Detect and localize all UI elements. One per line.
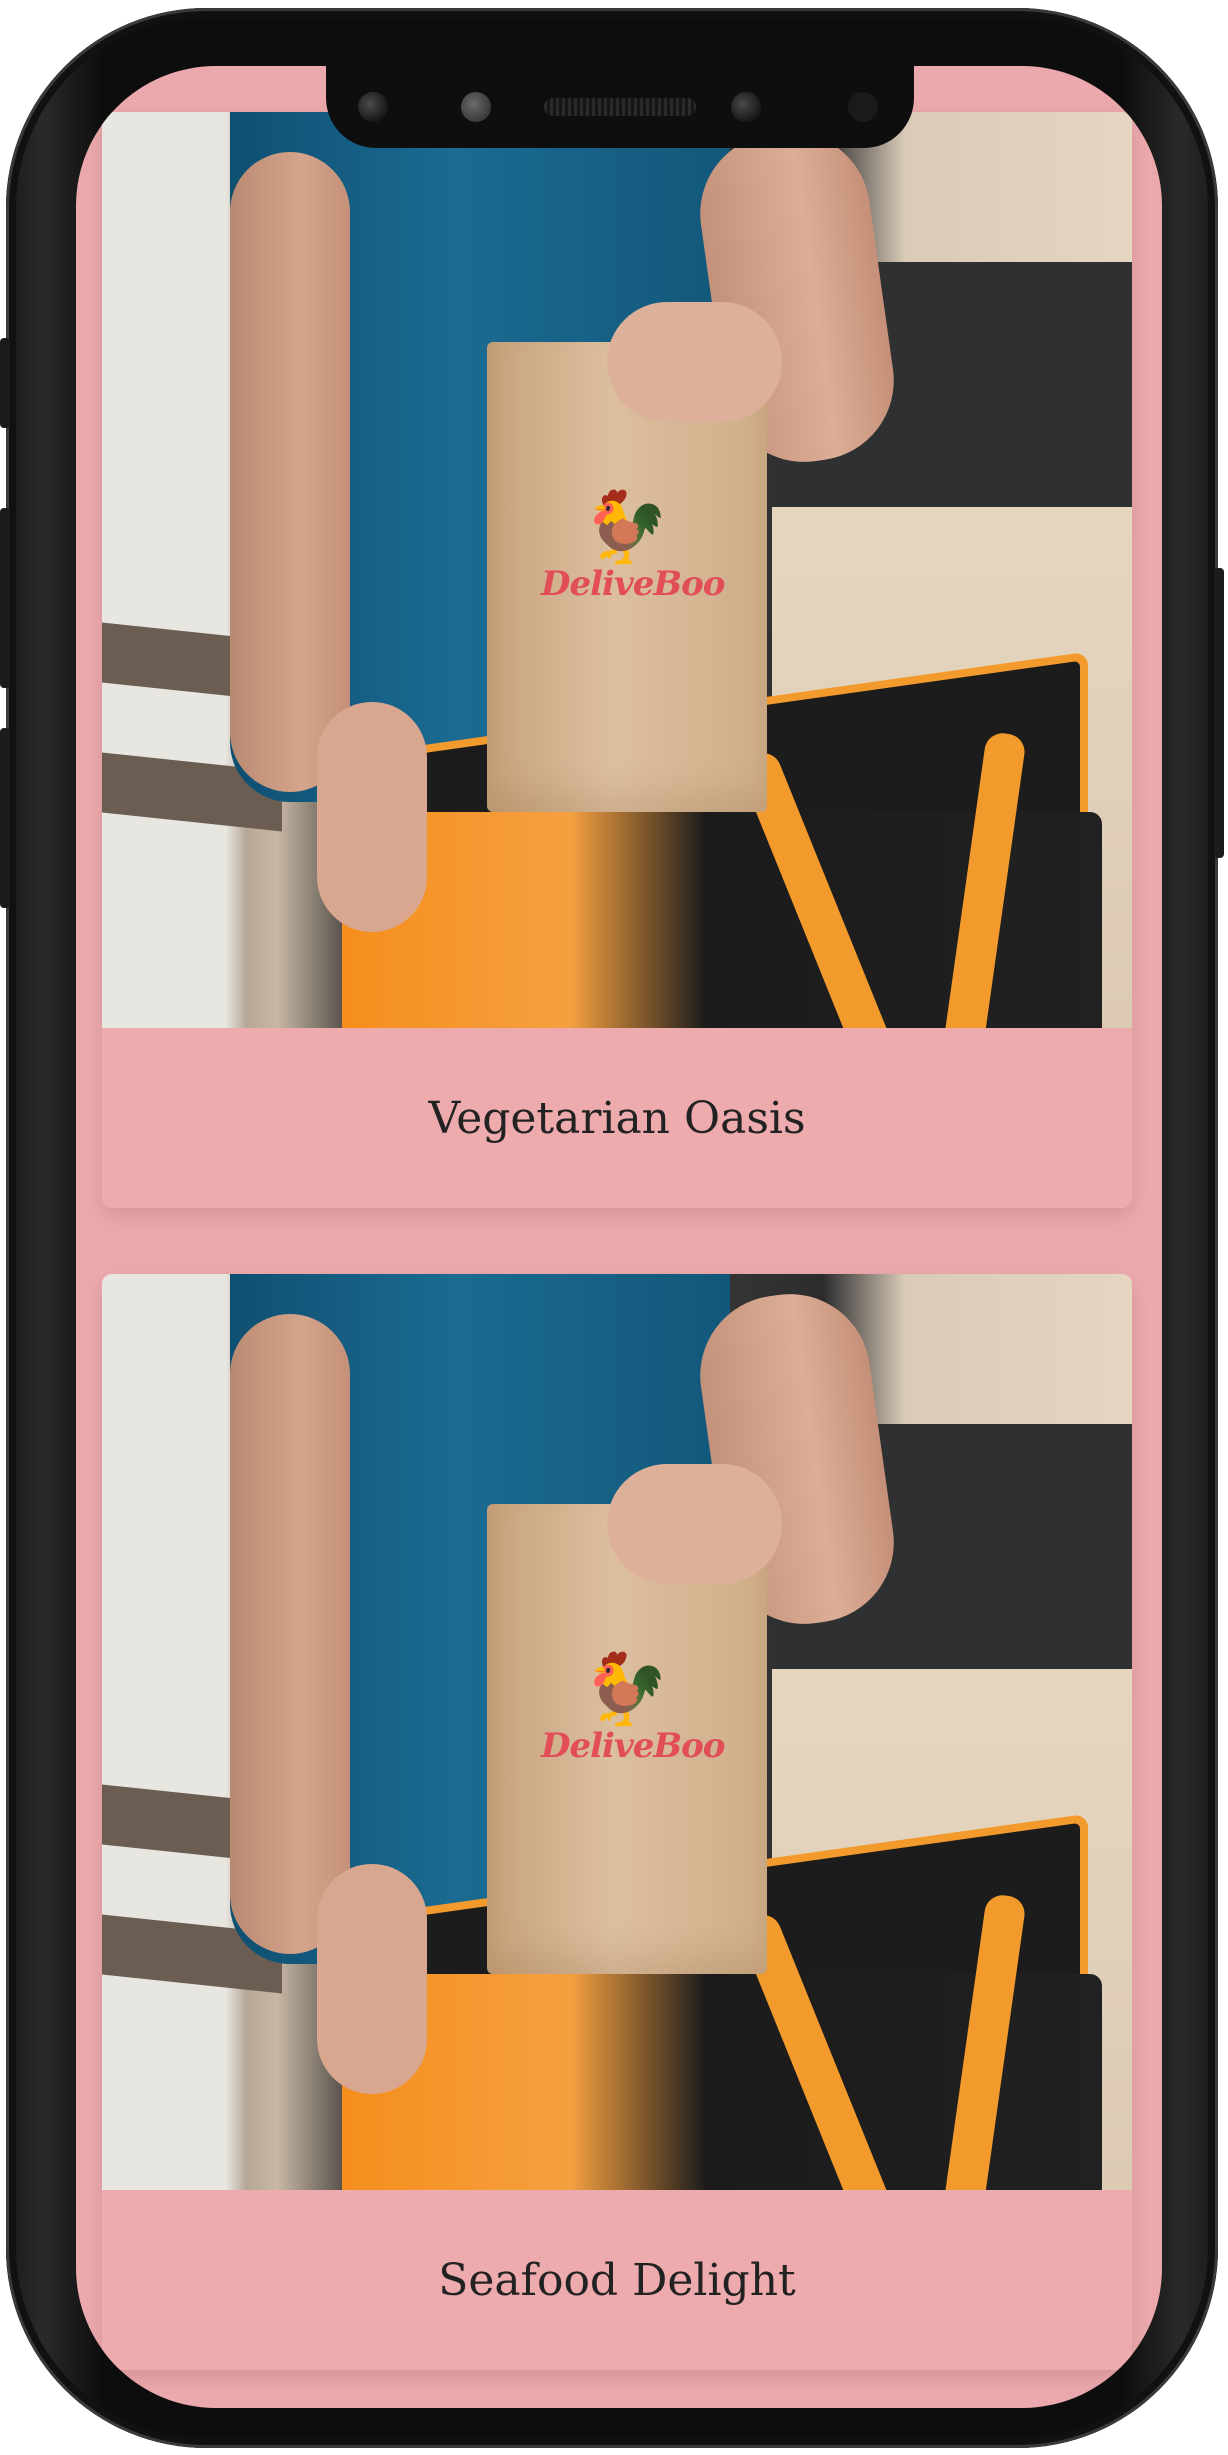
volume-down-button	[0, 728, 10, 908]
card-title: Seafood Delight	[438, 2254, 796, 2306]
rooster-icon: 🐓	[582, 486, 670, 568]
deliveboo-logo: 🐓 DeliveBoo	[541, 1648, 725, 1766]
restaurant-card[interactable]: 🐓 DeliveBoo Seafood Delight	[102, 1274, 1132, 2370]
phone-notch	[326, 64, 914, 148]
sensor-icon	[461, 92, 491, 122]
front-camera-icon	[358, 92, 388, 122]
card-title-bar: Vegetarian Oasis	[102, 1028, 1132, 1208]
delivery-photo-icon: 🐓 DeliveBoo	[102, 1274, 1132, 2190]
restaurant-card[interactable]: 🐓 DeliveBoo Vegetarian Oasis	[102, 112, 1132, 1208]
app-screen: 🐓 DeliveBoo Vegetarian Oasis 🐓 DeliveBoo…	[76, 66, 1162, 2408]
power-button	[1214, 568, 1224, 858]
card-title: Vegetarian Oasis	[428, 1092, 806, 1144]
ambient-light-sensor-icon	[848, 92, 878, 122]
deliveboo-logo: 🐓 DeliveBoo	[541, 486, 725, 604]
earpiece-speaker	[544, 98, 696, 116]
proximity-sensor-icon	[731, 92, 761, 122]
delivery-photo-icon: 🐓 DeliveBoo	[102, 112, 1132, 1028]
phone-frame: 🐓 DeliveBoo Vegetarian Oasis 🐓 DeliveBoo…	[0, 8, 1224, 2448]
volume-up-button	[0, 508, 10, 688]
rooster-icon: 🐓	[582, 1648, 670, 1730]
card-title-bar: Seafood Delight	[102, 2190, 1132, 2370]
mute-switch	[0, 338, 10, 428]
